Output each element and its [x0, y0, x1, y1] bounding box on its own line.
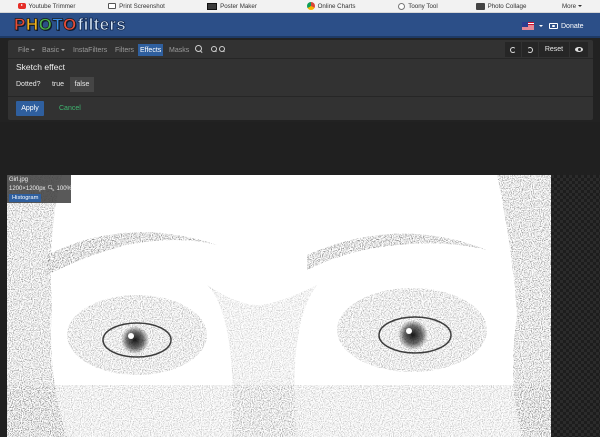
poster-icon — [207, 2, 218, 10]
image-filename: Girl.jpg — [9, 177, 29, 183]
printer-icon — [108, 3, 117, 9]
collage-icon — [475, 2, 485, 10]
pie-chart-icon — [306, 2, 315, 10]
more-label: More — [561, 2, 577, 10]
youtube-trimmer-link[interactable]: Youtube Trimmer — [0, 0, 93, 13]
chevron-down-icon — [578, 5, 583, 7]
menu-label: File — [18, 46, 30, 54]
logo-photo-text: PHOTO — [14, 15, 77, 35]
youtube-icon — [17, 3, 26, 9]
more-dropdown[interactable]: More — [544, 0, 600, 13]
toony-tool-link[interactable]: Toony Tool — [378, 0, 458, 13]
panel-divider — [8, 96, 593, 97]
menu-masks[interactable]: Masks — [167, 44, 191, 56]
undo-icon — [510, 46, 516, 53]
zoom-icon: 🔍︎ — [47, 186, 55, 192]
redo-button[interactable] — [522, 42, 538, 57]
menu-filters[interactable]: Filters — [113, 44, 136, 56]
chevron-down-icon — [61, 49, 66, 51]
link-label: Print Screenshot — [119, 2, 165, 10]
money-icon — [549, 23, 558, 29]
menu-effects[interactable]: Effects — [138, 44, 164, 56]
top-links-bar: Youtube Trimmer Print Screenshot Poster … — [0, 0, 600, 13]
chevron-down-icon[interactable] — [539, 25, 543, 27]
image-dimensions: 1200×1200px — [9, 186, 46, 192]
effect-title: Sketch effect — [16, 62, 65, 72]
donate-label: Donate — [561, 22, 584, 30]
menu-basic[interactable]: Basic — [40, 44, 67, 56]
photo-collage-link[interactable]: Photo Collage — [458, 0, 544, 13]
link-label: Toony Tool — [408, 2, 438, 10]
dotted-false-option[interactable]: false — [70, 77, 94, 92]
menu-label: Effects — [140, 46, 162, 54]
poster-maker-link[interactable]: Poster Maker — [180, 0, 284, 13]
link-label: Youtube Trimmer — [28, 2, 76, 10]
menu-label: Masks — [169, 46, 190, 54]
zoom-in-icon[interactable] — [211, 46, 217, 52]
menu-instafilters[interactable]: InstaFilters — [71, 44, 109, 56]
menu-bar: File Basic InstaFilters Filters Effects … — [8, 40, 593, 59]
transparency-background — [551, 175, 600, 437]
menu-label: Basic — [42, 46, 60, 54]
search-icon[interactable] — [195, 45, 203, 53]
menu-label: InstaFilters — [73, 46, 108, 54]
image-meta: 1200×1200px 🔍︎ 100% — [9, 185, 72, 192]
sketch-image — [7, 175, 551, 437]
reset-button[interactable]: Reset — [539, 42, 569, 57]
image-info-overlay: Girl.jpg 1200×1200px 🔍︎ 100% Histogram — [7, 175, 72, 203]
undo-button[interactable] — [505, 42, 521, 57]
apply-button[interactable]: Apply — [16, 101, 44, 116]
logo-filters-text: filters — [77, 15, 127, 35]
preview-toggle[interactable] — [570, 42, 588, 57]
link-label: Photo Collage — [487, 2, 527, 10]
reset-label: Reset — [544, 46, 564, 53]
link-label: Online Charts — [317, 2, 356, 10]
us-flag-icon[interactable] — [522, 22, 534, 30]
dotted-option-label: Dotted? — [16, 81, 41, 88]
site-header: PHOTO filters Donate — [0, 13, 600, 38]
effects-panel: File Basic InstaFilters Filters Effects … — [8, 40, 593, 120]
online-charts-link[interactable]: Online Charts — [284, 0, 378, 13]
menu-file[interactable]: File — [16, 44, 37, 56]
image-zoom: 100% — [56, 186, 72, 192]
cancel-link[interactable]: Cancel — [59, 105, 81, 112]
eye-icon — [575, 47, 583, 52]
zoom-out-icon[interactable] — [219, 46, 225, 52]
redo-icon — [527, 46, 533, 53]
histogram-button[interactable]: Histogram — [9, 194, 42, 202]
link-label: Poster Maker — [220, 2, 257, 10]
image-canvas[interactable] — [7, 175, 551, 437]
print-screenshot-link[interactable]: Print Screenshot — [93, 0, 180, 13]
photofilters-logo[interactable]: PHOTO filters — [14, 15, 127, 35]
donate-button[interactable]: Donate — [549, 20, 584, 32]
toony-icon — [398, 2, 406, 10]
menu-label: Filters — [115, 46, 135, 54]
dotted-true-option[interactable]: true — [47, 77, 69, 92]
chevron-down-icon — [31, 49, 36, 51]
